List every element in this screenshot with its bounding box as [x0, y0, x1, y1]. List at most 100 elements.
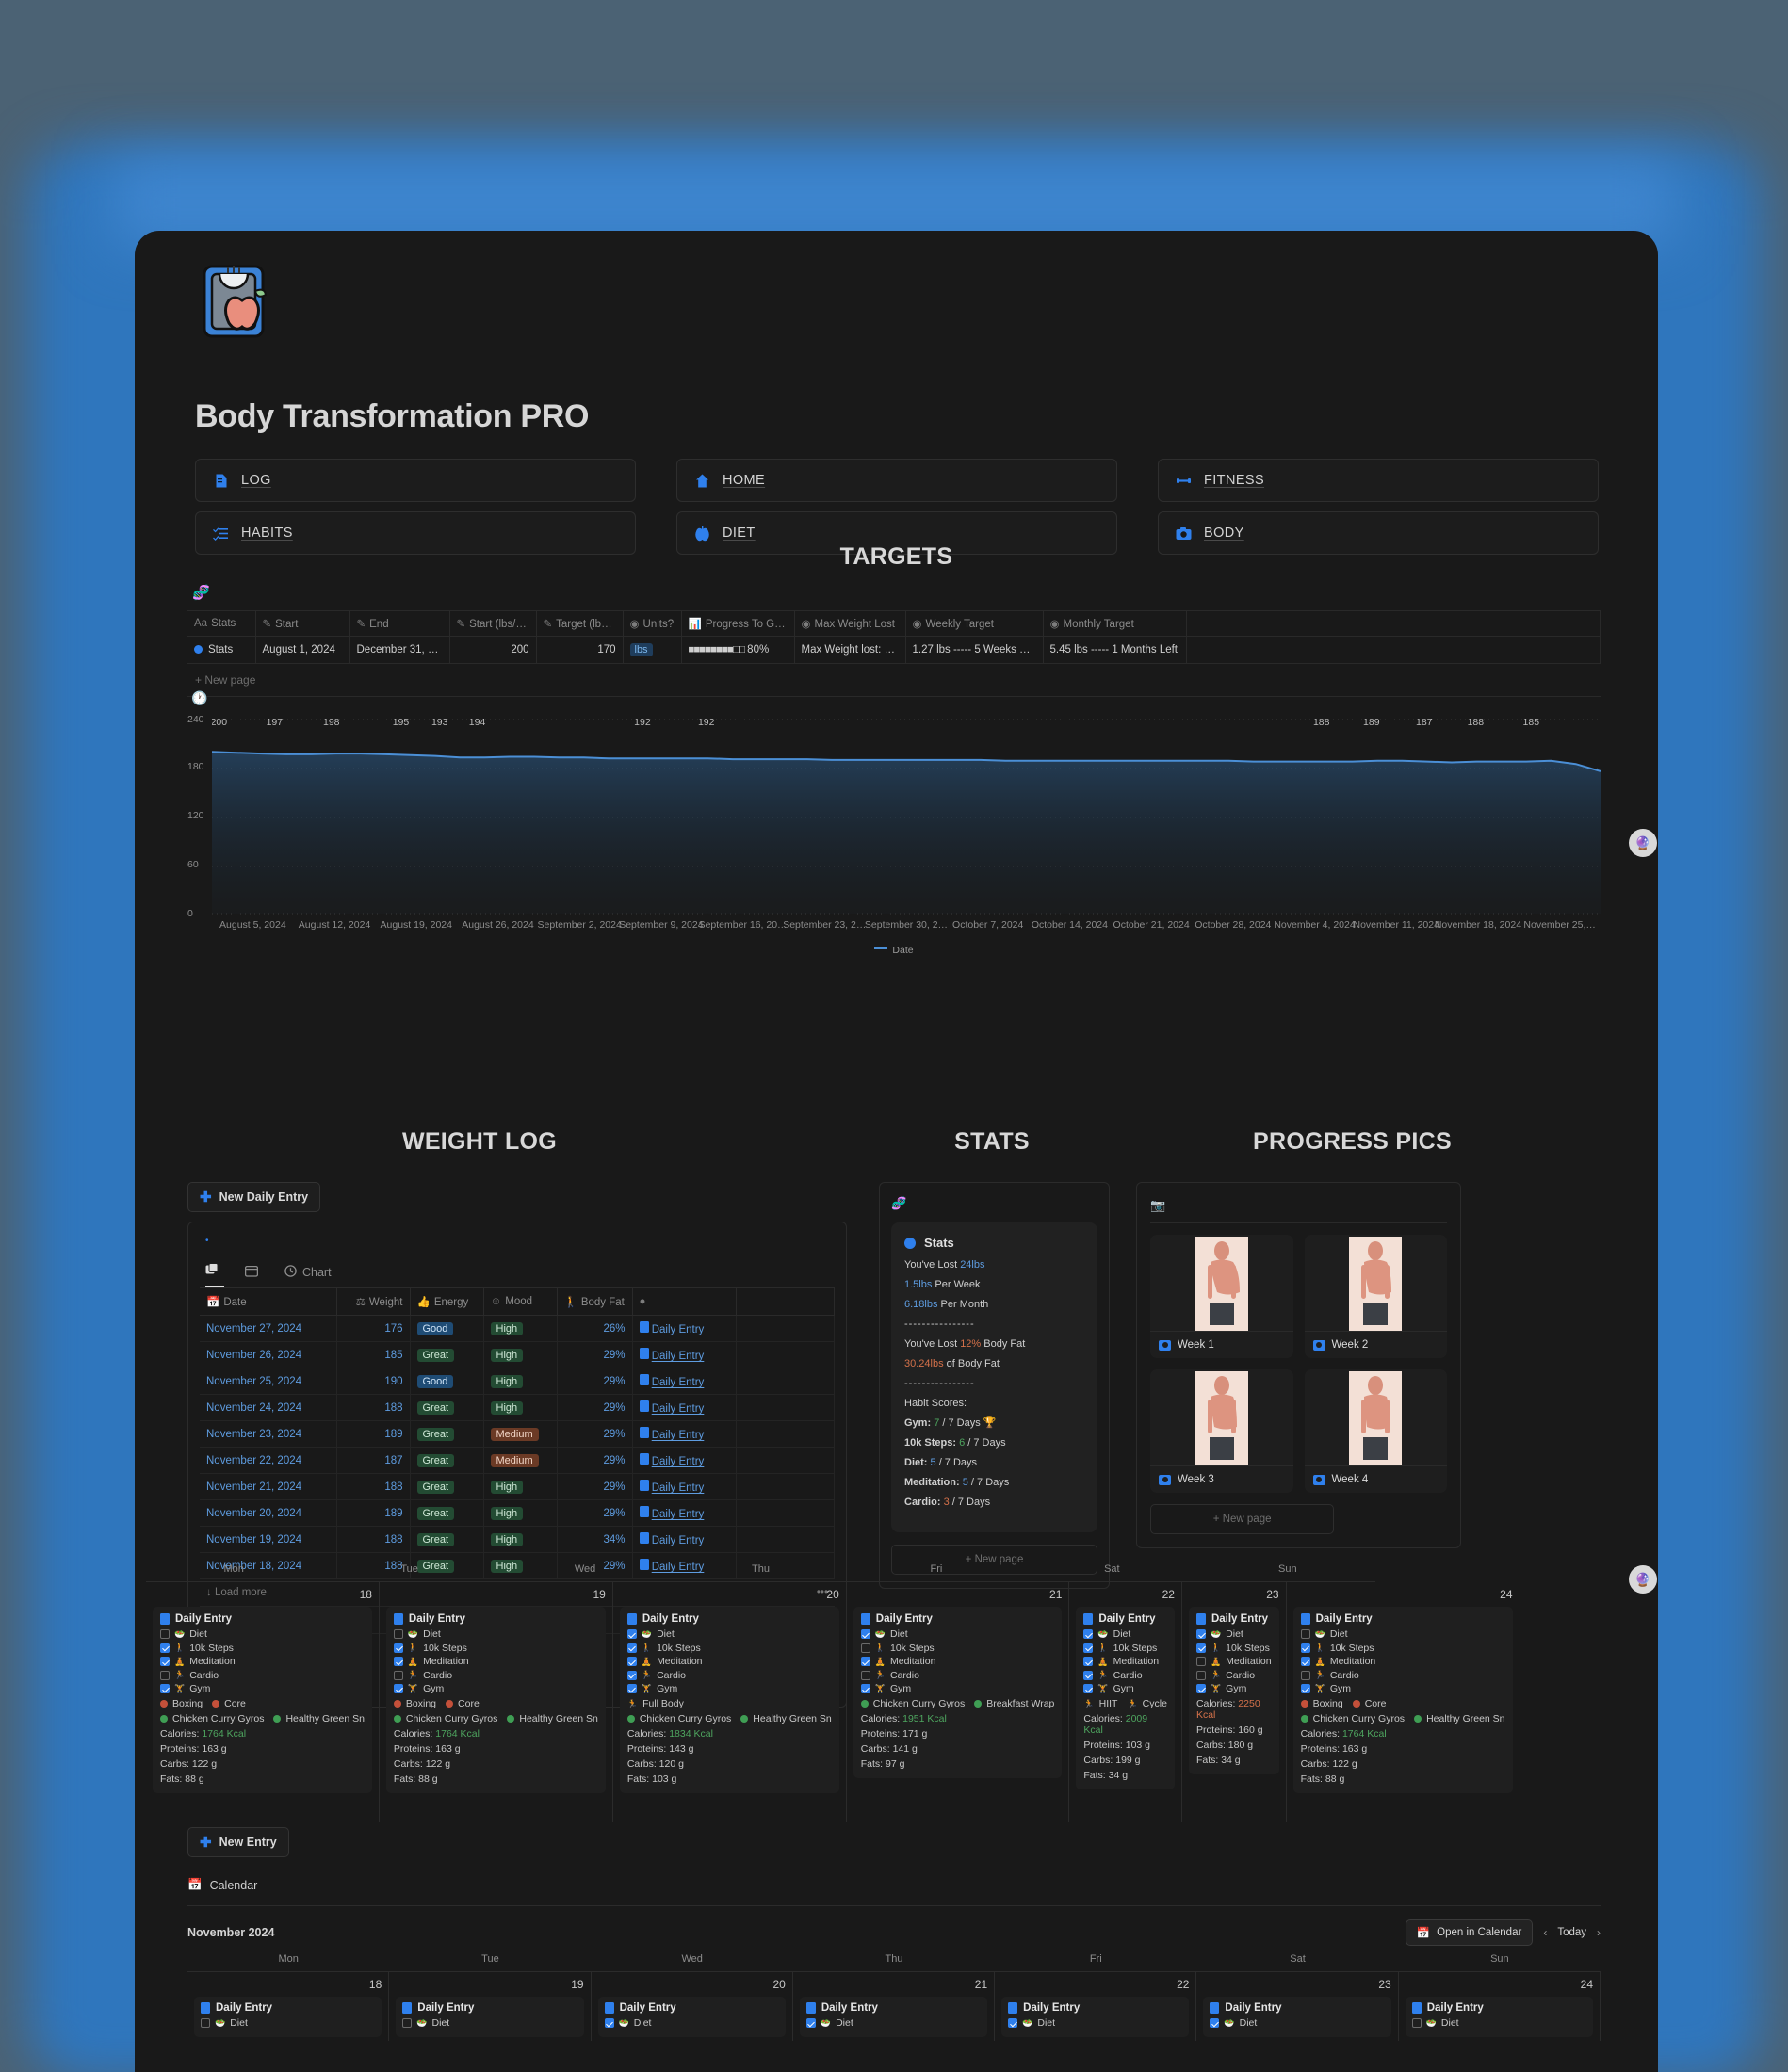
tab-table-view[interactable]: [205, 1263, 224, 1287]
progress-pic-card[interactable]: Week 4: [1304, 1369, 1447, 1493]
daily-entry-card[interactable]: Daily Entry 🥗 Diet 🚶 10k Steps 🧘 Meditation 🏃 Ca…: [1076, 1607, 1175, 1789]
cell-date[interactable]: November 22, 2024: [200, 1447, 337, 1474]
col-start[interactable]: ✎ Start: [255, 610, 350, 637]
cell-mood[interactable]: High: [483, 1499, 558, 1527]
daily-entry-card[interactable]: Daily Entry 🥗 Diet: [1405, 1997, 1593, 2037]
habit-checkbox-row[interactable]: 🚶 10k Steps: [393, 1643, 598, 1654]
habit-checkbox-row[interactable]: 🥗 Diet: [1210, 2017, 1384, 2029]
cell-mood[interactable]: High: [483, 1315, 558, 1342]
checkbox[interactable]: [160, 1670, 170, 1680]
daily-entry-card[interactable]: Daily Entry 🥗 Diet 🚶 10k Steps 🧘 Meditation 🏃 Ca…: [385, 1607, 606, 1793]
col-energy[interactable]: 👍 Energy: [410, 1287, 484, 1316]
checkbox[interactable]: [860, 1684, 870, 1693]
ai-assistant-icon[interactable]: 🔮: [1629, 829, 1657, 857]
cell-daily-entry-link[interactable]: Daily Entry: [632, 1447, 737, 1474]
workout-tag[interactable]: Boxing: [393, 1698, 436, 1709]
cell-date[interactable]: November 27, 2024: [200, 1315, 337, 1342]
cell-date[interactable]: November 20, 2024: [200, 1499, 337, 1527]
workout-tag[interactable]: 🏃 Cycle: [1127, 1698, 1166, 1709]
col-monthly-target[interactable]: ◉ Monthly Target: [1043, 610, 1187, 637]
cell-daily-entry-link[interactable]: Daily Entry: [632, 1394, 737, 1421]
col-mood[interactable]: ☺ Mood: [483, 1287, 558, 1316]
daily-entry-card[interactable]: Daily Entry 🥗 Diet: [396, 1997, 584, 2037]
calendar-day-cell[interactable]: 20 Daily Entry 🥗 Diet: [592, 1972, 793, 2041]
habit-checkbox-row[interactable]: 🏃 Cardio: [860, 1670, 1055, 1681]
cell-weight[interactable]: 188: [336, 1473, 411, 1500]
checkbox[interactable]: [1195, 1629, 1206, 1639]
cell-weight[interactable]: 187: [336, 1447, 411, 1474]
habit-checkbox-row[interactable]: 🚶 10k Steps: [626, 1643, 832, 1654]
cell-daily-entry-link[interactable]: Daily Entry: [632, 1526, 737, 1553]
col-date[interactable]: 📅 Date: [200, 1287, 337, 1316]
table-row[interactable]: November 21, 2024 188 Great High 29% Daily E…: [200, 1473, 835, 1500]
table-row[interactable]: November 19, 2024 188 Great High 34% Daily E…: [200, 1526, 835, 1553]
checkbox[interactable]: [393, 1629, 403, 1639]
table-row[interactable]: November 26, 2024 185 Great High 29% Daily E…: [200, 1341, 835, 1368]
cell-daily-entry-link[interactable]: Daily Entry: [632, 1315, 737, 1342]
checkbox[interactable]: [1300, 1643, 1310, 1653]
cell-daily-entry-link[interactable]: Daily Entry: [632, 1499, 737, 1527]
habit-checkbox-row[interactable]: 🏃 Cardio: [393, 1670, 598, 1681]
col-progress[interactable]: 📊 Progress To Goal: [681, 610, 795, 637]
checkbox[interactable]: [626, 1684, 637, 1693]
habit-checkbox-row[interactable]: 🥗 Diet: [402, 2017, 577, 2029]
checkbox[interactable]: [402, 2018, 413, 2028]
meal-tag[interactable]: Chicken Curry Gyros: [393, 1713, 497, 1724]
habit-checkbox-row[interactable]: 🥗 Diet: [201, 2017, 375, 2029]
cell-mood[interactable]: High: [483, 1473, 558, 1500]
table-row[interactable]: November 22, 2024 187 Great Medium 29% Daily…: [200, 1447, 835, 1474]
checkbox[interactable]: [1083, 1657, 1094, 1666]
meal-tag[interactable]: Chicken Curry Gyros: [626, 1713, 731, 1724]
col-relation[interactable]: ●: [632, 1287, 737, 1316]
habit-checkbox-row[interactable]: 🥗 Diet: [604, 2017, 779, 2029]
habit-checkbox-row[interactable]: 🏋 Gym: [1083, 1683, 1167, 1694]
cell-bodyfat[interactable]: 29%: [557, 1473, 633, 1500]
checkbox[interactable]: [1300, 1670, 1310, 1680]
cell-start-lbs[interactable]: 200: [449, 636, 537, 664]
meal-tag[interactable]: Healthy Green Sn: [740, 1713, 832, 1724]
calendar-day-cell[interactable]: 21 Daily Entry 🥗 Diet: [793, 1972, 996, 2041]
cell-daily-entry-link[interactable]: Daily Entry: [632, 1473, 737, 1500]
checkbox[interactable]: [1083, 1643, 1094, 1653]
habit-checkbox-row[interactable]: 🚶 10k Steps: [860, 1643, 1055, 1654]
checkbox[interactable]: [393, 1684, 403, 1693]
habit-checkbox-row[interactable]: 🥗 Diet: [805, 2017, 981, 2029]
cell-daily-entry-link[interactable]: Daily Entry: [632, 1341, 737, 1368]
table-row[interactable]: Stats August 1, 2024 December 31, 2024 2…: [187, 636, 1601, 664]
habit-checkbox-row[interactable]: 🏋 Gym: [1300, 1683, 1505, 1694]
cell-energy[interactable]: Great: [410, 1473, 484, 1500]
col-weight[interactable]: ⚖ Weight: [336, 1287, 411, 1316]
checkbox[interactable]: [160, 1643, 170, 1653]
checkbox[interactable]: [604, 2018, 614, 2028]
daily-entry-card[interactable]: Daily Entry 🥗 Diet: [1203, 1997, 1391, 2037]
checkbox[interactable]: [626, 1643, 637, 1653]
cell-bodyfat[interactable]: 29%: [557, 1447, 633, 1474]
col-stats[interactable]: Aa Stats: [187, 610, 256, 637]
cell-units[interactable]: lbs: [623, 636, 682, 664]
checkbox[interactable]: [160, 1684, 170, 1693]
cell-weight[interactable]: 189: [336, 1499, 411, 1527]
workout-tag[interactable]: 🏃 Full Body: [627, 1698, 684, 1709]
checkbox[interactable]: [1300, 1657, 1310, 1666]
habit-checkbox-row[interactable]: 🥗 Diet: [393, 1628, 598, 1640]
checkbox[interactable]: [1300, 1629, 1310, 1639]
progress-pic-card[interactable]: Week 2: [1304, 1235, 1447, 1358]
meal-tag[interactable]: Healthy Green Sn: [507, 1713, 598, 1724]
checkbox[interactable]: [1195, 1670, 1206, 1680]
habit-checkbox-row[interactable]: 🏋 Gym: [160, 1683, 365, 1694]
workout-tag[interactable]: Boxing: [160, 1698, 203, 1709]
cell-daily-entry-link[interactable]: Daily Entry: [632, 1368, 737, 1395]
habit-checkbox-row[interactable]: 🥗 Diet: [1083, 1628, 1167, 1640]
nav-button-home[interactable]: HOME: [676, 459, 1117, 502]
habit-checkbox-row[interactable]: 🧘 Meditation: [1195, 1656, 1272, 1667]
checkbox[interactable]: [160, 1657, 170, 1666]
daily-entry-card[interactable]: Daily Entry 🥗 Diet 🚶 10k Steps 🧘 Meditation 🏃 Ca…: [1188, 1607, 1279, 1774]
cell-bodyfat[interactable]: 29%: [557, 1420, 633, 1448]
cell-energy[interactable]: Great: [410, 1499, 484, 1527]
tab-calendar-view[interactable]: [244, 1265, 264, 1287]
daily-entry-card[interactable]: Daily Entry 🥗 Diet: [597, 1997, 786, 2037]
workout-tag[interactable]: 🏃 HIIT: [1083, 1698, 1117, 1709]
habit-checkbox-row[interactable]: 🏋 Gym: [1195, 1683, 1272, 1694]
habit-checkbox-row[interactable]: 🏃 Cardio: [626, 1670, 832, 1681]
habit-checkbox-row[interactable]: 🧘 Meditation: [626, 1656, 832, 1667]
